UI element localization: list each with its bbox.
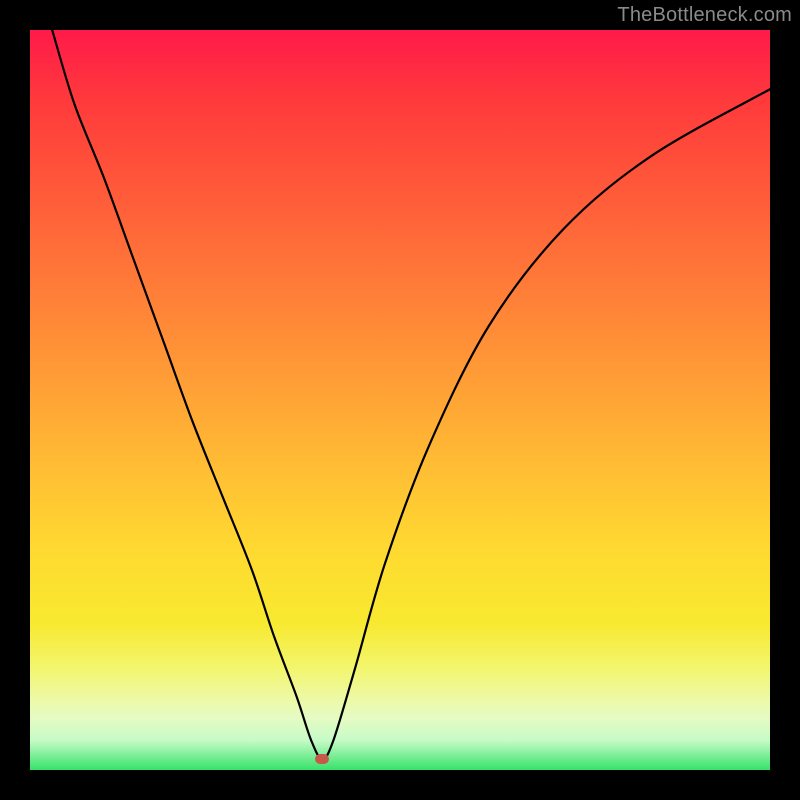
- plot-area: [30, 30, 770, 770]
- optimal-point-marker: [315, 754, 329, 764]
- chart-frame: TheBottleneck.com: [0, 0, 800, 800]
- bottleneck-curve: [30, 30, 770, 770]
- watermark-text: TheBottleneck.com: [617, 4, 792, 27]
